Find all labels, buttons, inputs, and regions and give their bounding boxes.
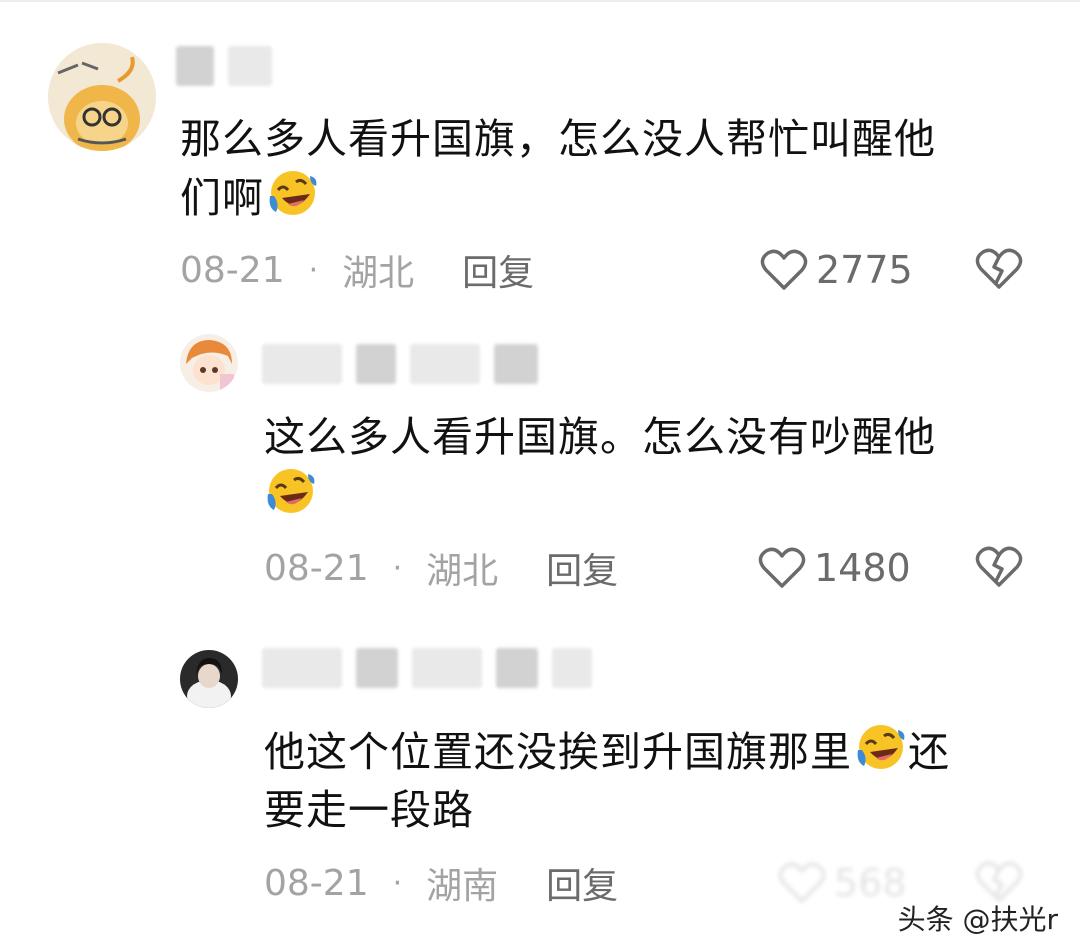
rolling-laughing-emoji-icon: [269, 171, 317, 215]
dislike-button[interactable]: [975, 545, 1023, 593]
heart-outline-icon: [778, 862, 826, 903]
like-count: 2775: [816, 248, 913, 292]
comment-text: 他这个位置还没挨到升国旗那里还 要走一段路: [264, 722, 1054, 839]
rolling-laughing-emoji-icon: [267, 469, 315, 513]
comment-meta: 08-21 · 湖南 回复: [264, 858, 618, 908]
comment-location: 湖北: [342, 253, 415, 294]
like-button[interactable]: 568: [778, 858, 907, 908]
comment-date: 08-21: [264, 862, 369, 904]
comment-meta: 08-21 · 湖北 回复: [180, 245, 534, 295]
reply-button[interactable]: 回复: [546, 542, 618, 594]
avatar[interactable]: [180, 334, 238, 392]
reply-button[interactable]: 回复: [462, 244, 534, 296]
like-button[interactable]: 2775: [760, 245, 913, 295]
like-button[interactable]: 1480: [758, 543, 911, 593]
broken-heart-icon: [975, 546, 1023, 587]
like-count: 1480: [814, 546, 911, 590]
rolling-laughing-emoji-icon: [857, 725, 905, 769]
username-blurred[interactable]: [176, 46, 272, 86]
like-count: 568: [834, 861, 907, 905]
comment-date: 08-21: [180, 249, 285, 291]
avatar[interactable]: [48, 43, 156, 151]
comment-text: 那么多人看升国旗，怎么没人帮忙叫醒他 们啊: [180, 115, 936, 222]
reply-button[interactable]: 回复: [546, 857, 618, 909]
watermark: 头条 @扶光r: [897, 903, 1058, 936]
broken-heart-icon: [975, 248, 1023, 289]
comment-text: 这么多人看升国旗。怎么没有吵醒他: [264, 408, 1044, 525]
top-divider: [0, 0, 1080, 2]
username-blurred[interactable]: [262, 344, 538, 384]
meta-separator: ·: [308, 252, 319, 288]
dislike-button[interactable]: [975, 247, 1023, 295]
heart-outline-icon: [760, 249, 808, 290]
comment-meta: 08-21 · 湖北 回复: [264, 543, 618, 593]
avatar[interactable]: [180, 650, 238, 708]
comment-location: 湖北: [426, 551, 499, 592]
comment-date: 08-21: [264, 547, 369, 589]
heart-outline-icon: [758, 547, 806, 588]
meta-separator: ·: [392, 550, 403, 586]
meta-separator: ·: [392, 865, 403, 901]
username-blurred[interactable]: [262, 648, 592, 688]
comment-location: 湖南: [426, 866, 499, 907]
